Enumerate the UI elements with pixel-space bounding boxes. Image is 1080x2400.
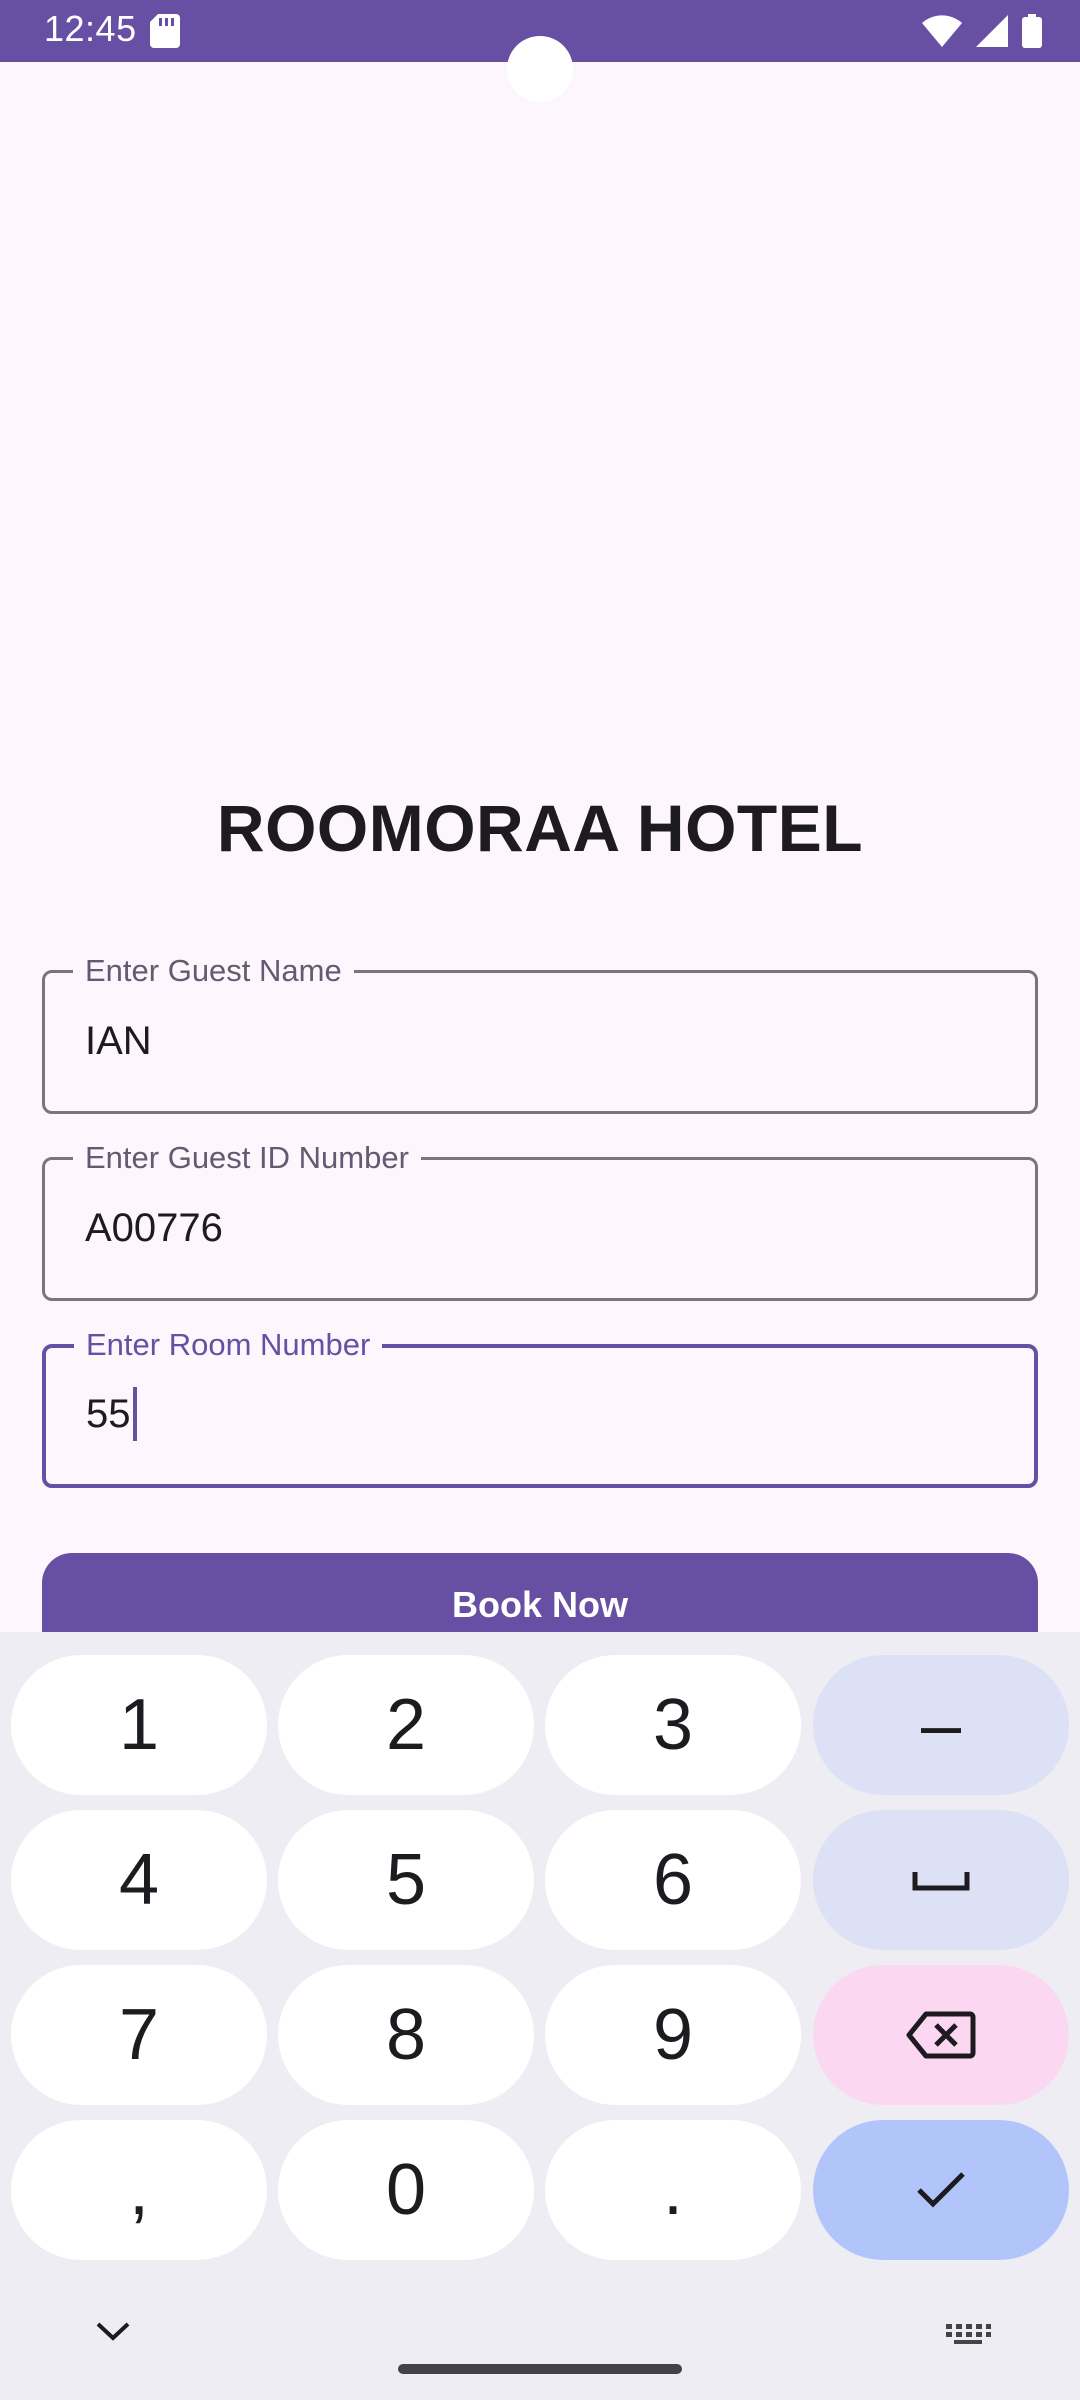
check-icon xyxy=(917,2172,965,2208)
room-number-field[interactable]: Enter Room Number 55 xyxy=(42,1327,1038,1488)
guest-id-input[interactable]: A00776 xyxy=(85,1206,223,1251)
key-4[interactable]: 4 xyxy=(11,1810,267,1950)
camera-cutout xyxy=(507,36,573,102)
key-period[interactable]: . xyxy=(545,2120,801,2260)
guest-id-field[interactable]: Enter Guest ID Number A00776 xyxy=(42,1140,1038,1301)
guest-id-label: Enter Guest ID Number xyxy=(73,1140,421,1176)
hide-keyboard-chevron-icon[interactable] xyxy=(92,2318,134,2344)
keyboard-switch-icon[interactable] xyxy=(944,2322,992,2346)
key-6[interactable]: 6 xyxy=(545,1810,801,1950)
room-number-value: 55 xyxy=(86,1391,131,1436)
room-number-label: Enter Room Number xyxy=(74,1327,383,1363)
key-5[interactable]: 5 xyxy=(278,1810,534,1950)
key-dash[interactable]: – xyxy=(813,1655,1069,1795)
space-key[interactable] xyxy=(813,1810,1069,1950)
page-title: ROOMORAA HOTEL xyxy=(216,791,864,865)
key-7[interactable]: 7 xyxy=(11,1965,267,2105)
key-2[interactable]: 2 xyxy=(278,1655,534,1795)
sd-card-icon xyxy=(150,14,180,48)
key-9[interactable]: 9 xyxy=(545,1965,801,2105)
text-caret xyxy=(132,1387,137,1441)
key-3[interactable]: 3 xyxy=(545,1655,801,1795)
space-icon xyxy=(912,1872,970,1891)
guest-name-label: Enter Guest Name xyxy=(73,953,354,989)
status-time: 12:45 xyxy=(44,8,137,49)
key-comma[interactable]: , xyxy=(11,2120,267,2260)
room-number-input[interactable]: 55 xyxy=(86,1387,137,1441)
key-1[interactable]: 1 xyxy=(11,1655,267,1795)
guest-name-field[interactable]: Enter Guest Name IAN xyxy=(42,953,1038,1114)
wifi-icon xyxy=(922,15,962,47)
home-indicator[interactable] xyxy=(398,2364,682,2374)
key-8[interactable]: 8 xyxy=(278,1965,534,2105)
battery-icon xyxy=(1022,14,1042,48)
status-icons xyxy=(922,14,1042,48)
backspace-key[interactable] xyxy=(813,1965,1069,2105)
cellular-signal-icon xyxy=(976,15,1008,47)
enter-key[interactable] xyxy=(813,2120,1069,2260)
key-0[interactable]: 0 xyxy=(278,2120,534,2260)
backspace-icon xyxy=(906,2011,976,2059)
guest-name-input[interactable]: IAN xyxy=(85,1019,152,1064)
